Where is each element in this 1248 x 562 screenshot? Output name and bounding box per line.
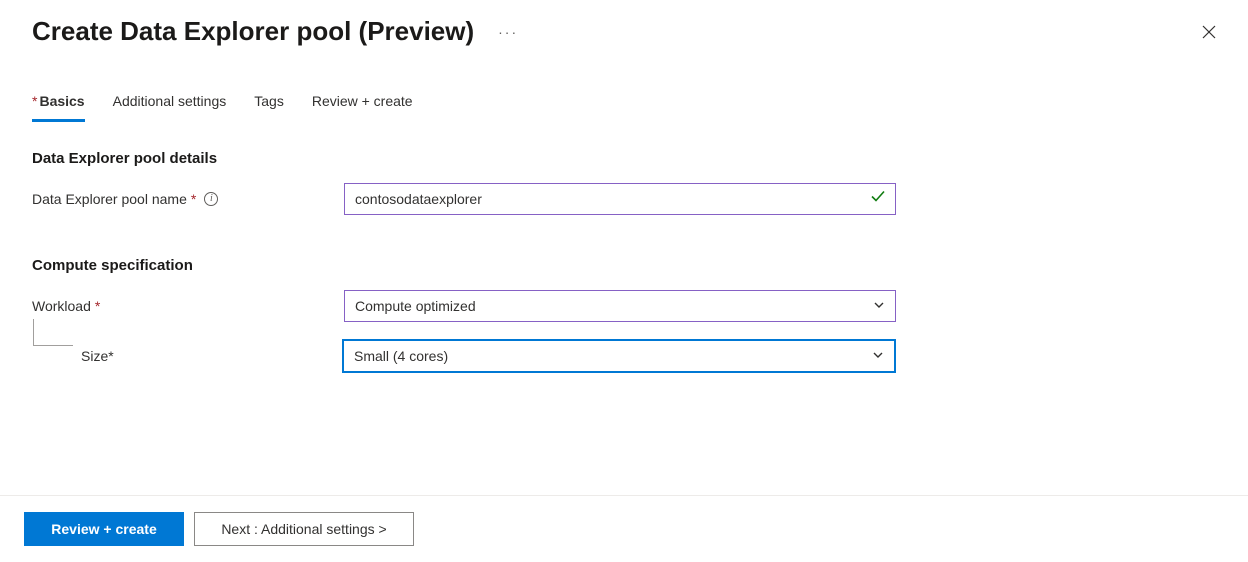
workload-value: Compute optimized (355, 298, 476, 314)
close-button[interactable] (1198, 20, 1220, 46)
tab-additional-settings[interactable]: Additional settings (113, 87, 227, 122)
required-indicator: * (108, 348, 113, 364)
tabs: *Basics Additional settings Tags Review … (0, 55, 1248, 122)
pool-name-label-text: Data Explorer pool name (32, 191, 187, 207)
info-icon[interactable]: i (204, 192, 218, 206)
required-indicator: * (95, 298, 100, 314)
review-create-button[interactable]: Review + create (24, 512, 184, 546)
section-compute-title: Compute specification (32, 257, 1216, 274)
workload-select[interactable]: Compute optimized (344, 290, 896, 322)
more-actions-button[interactable]: ··· (498, 24, 518, 40)
required-indicator: * (191, 191, 196, 207)
next-button[interactable]: Next : Additional settings > (194, 512, 414, 546)
validation-check-icon (870, 189, 886, 210)
tab-basics[interactable]: *Basics (32, 87, 85, 122)
footer: Review + create Next : Additional settin… (0, 495, 1248, 562)
size-label-text: Size (81, 348, 108, 364)
pool-name-input[interactable] (344, 183, 896, 215)
tree-indent-line (33, 333, 81, 361)
close-icon (1202, 25, 1216, 39)
page-title: Create Data Explorer pool (Preview) (32, 16, 474, 47)
tab-basics-label: Basics (39, 93, 84, 109)
size-label: Size * (81, 348, 343, 364)
tab-review-create[interactable]: Review + create (312, 87, 413, 122)
section-pool-details-title: Data Explorer pool details (32, 150, 1216, 167)
chevron-down-icon (873, 299, 885, 314)
pool-name-label: Data Explorer pool name * i (32, 191, 344, 207)
chevron-down-icon (872, 349, 884, 364)
workload-label-text: Workload (32, 298, 91, 314)
size-value: Small (4 cores) (354, 348, 448, 364)
workload-label: Workload * (32, 298, 344, 314)
size-select[interactable]: Small (4 cores) (343, 340, 895, 372)
tab-tags[interactable]: Tags (254, 87, 284, 122)
